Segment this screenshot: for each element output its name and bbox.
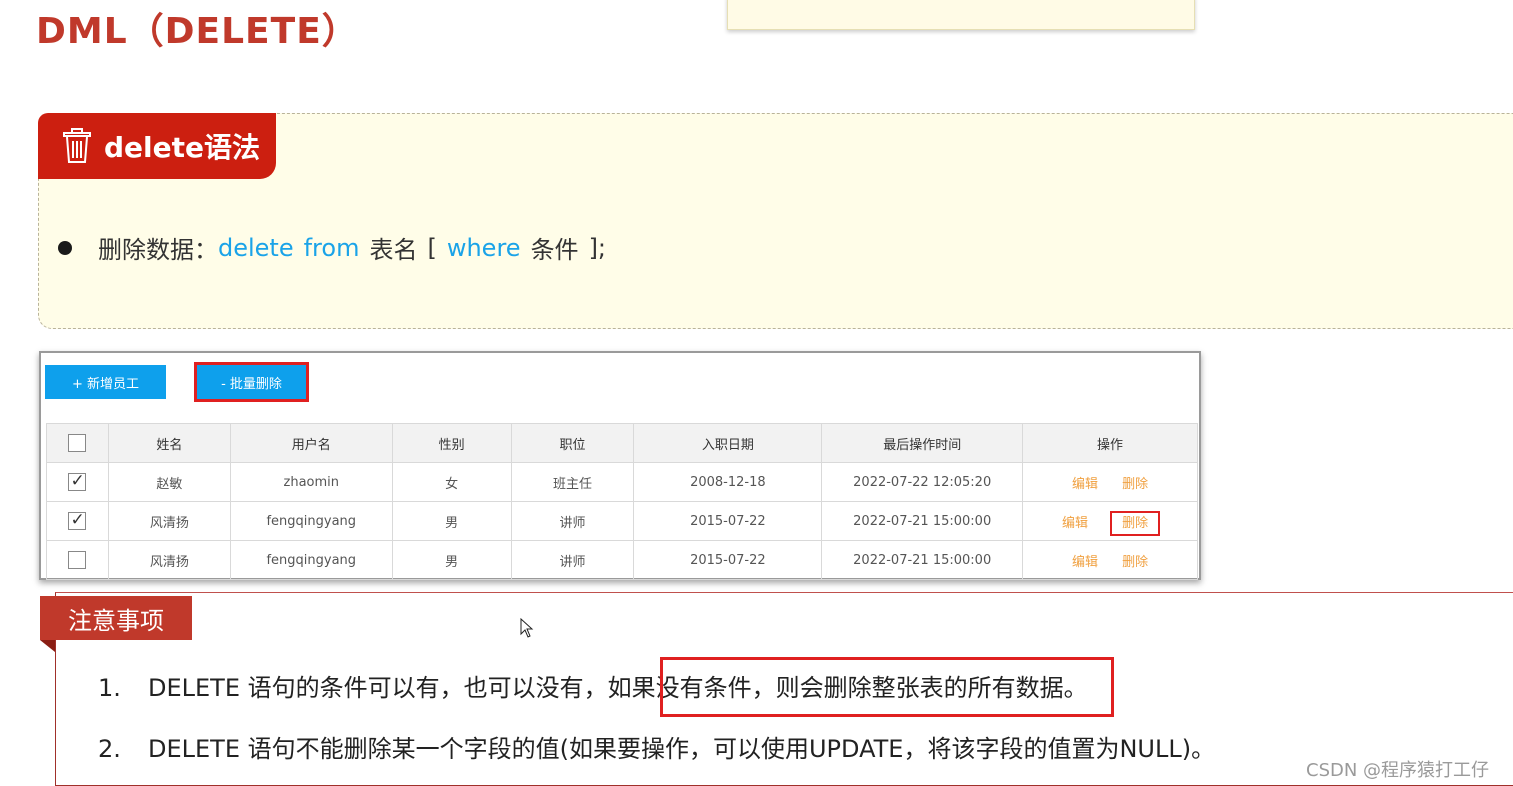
select-all-checkbox[interactable]	[68, 434, 87, 452]
select-all-cell	[46, 423, 109, 463]
row-checkbox[interactable]	[68, 510, 87, 530]
row-checkbox[interactable]	[68, 471, 87, 491]
employee-table: 姓名 用户名 性别 职位 入职日期 最后操作时间 操作 赵敏 zhaomin 女…	[46, 423, 1198, 580]
cell-name: 赵敏	[107, 462, 231, 502]
row-checkbox[interactable]	[68, 551, 87, 569]
notice-item-2: 2. DELETE 语句不能删除某一个字段的值(如果要操作，可以使用UPDATE，…	[98, 729, 1215, 764]
cell-username: zhaomin	[229, 462, 393, 502]
cell-hire-date: 2015-07-22	[633, 501, 823, 541]
cell-position: 讲师	[510, 540, 635, 580]
bullet-dot	[58, 240, 72, 255]
column-header: 操作	[1022, 423, 1198, 463]
notice-tab-fold	[40, 640, 55, 652]
highlight-box	[660, 657, 1114, 717]
cell-hire-date: 2008-12-18	[633, 462, 823, 502]
cell-actions: 编辑 删除	[1022, 462, 1198, 502]
column-header[interactable]: 入职日期	[633, 423, 823, 463]
delete-link[interactable]: 删除	[1122, 555, 1148, 570]
keyword-where: where	[446, 233, 521, 262]
page-title: DML（DELETE）	[36, 11, 359, 52]
cell-actions: 编辑 删除	[1022, 501, 1198, 541]
cell-name: 风清扬	[107, 501, 231, 541]
keyword-delete: delete	[218, 233, 294, 262]
table-row: 风清扬 fengqingyang 男 讲师 2015-07-22 2022-07…	[46, 540, 1198, 580]
cell-position: 班主任	[510, 462, 635, 502]
condition-placeholder: 条件	[530, 236, 579, 264]
syntax-tab-label: delete语法	[104, 131, 260, 164]
open-bracket: [	[427, 233, 437, 262]
syntax-bullet: 删除数据： delete from 表名 [ where 条件 ];	[58, 230, 606, 265]
edit-link[interactable]: 编辑	[1072, 477, 1098, 492]
edit-link[interactable]: 编辑	[1072, 555, 1098, 570]
watermark: CSDN @程序猿打工仔	[1306, 760, 1490, 781]
cell-gender: 女	[391, 462, 512, 502]
add-employee-button[interactable]: + 新增员工	[45, 365, 166, 399]
column-header[interactable]: 性别	[391, 423, 512, 463]
cell-last-op: 2022-07-21 15:00:00	[821, 540, 1024, 580]
syntax-tab: delete语法	[38, 113, 276, 179]
column-header[interactable]: 职位	[510, 423, 635, 463]
table-name-placeholder: 表名	[369, 236, 418, 264]
employee-panel: + 新增员工 - 批量删除 姓名 用户名 性别 职位 入职日期 最后操作时间 操…	[39, 351, 1201, 580]
edit-link[interactable]: 编辑	[1062, 516, 1088, 531]
close-bracket: ];	[588, 233, 607, 262]
column-header[interactable]: 用户名	[229, 423, 393, 463]
notice-text: DELETE 语句不能删除某一个字段的值(如果要操作，可以使用UPDATE，将该…	[148, 735, 1216, 763]
cell-last-op: 2022-07-22 12:05:20	[821, 462, 1024, 502]
cell-gender: 男	[391, 540, 512, 580]
notice-number: 1.	[98, 674, 121, 702]
column-header[interactable]: 最后操作时间	[821, 423, 1024, 463]
trash-icon	[63, 128, 91, 163]
table-row: 风清扬 fengqingyang 男 讲师 2015-07-22 2022-07…	[46, 501, 1198, 541]
mouse-cursor-icon	[520, 618, 534, 638]
cell-position: 讲师	[510, 501, 635, 541]
cell-name: 风清扬	[107, 540, 231, 580]
cell-username: fengqingyang	[229, 501, 393, 541]
cell-username: fengqingyang	[229, 540, 393, 580]
keyword-from: from	[303, 233, 360, 262]
cell-actions: 编辑 删除	[1022, 540, 1198, 580]
sticky-note	[727, 0, 1195, 30]
table-header-row: 姓名 用户名 性别 职位 入职日期 最后操作时间 操作	[46, 423, 1198, 463]
bullet-prefix: 删除数据：	[98, 236, 218, 264]
cell-gender: 男	[391, 501, 512, 541]
cell-hire-date: 2015-07-22	[633, 540, 823, 580]
delete-link-highlighted[interactable]: 删除	[1110, 510, 1161, 536]
notice-number: 2.	[98, 735, 121, 763]
batch-delete-button[interactable]: - 批量删除	[194, 362, 309, 402]
column-header[interactable]: 姓名	[107, 423, 231, 463]
delete-link[interactable]: 删除	[1122, 477, 1148, 492]
notice-tab: 注意事项	[40, 596, 192, 640]
table-row: 赵敏 zhaomin 女 班主任 2008-12-18 2022-07-22 1…	[46, 462, 1198, 502]
cell-last-op: 2022-07-21 15:00:00	[821, 501, 1024, 541]
